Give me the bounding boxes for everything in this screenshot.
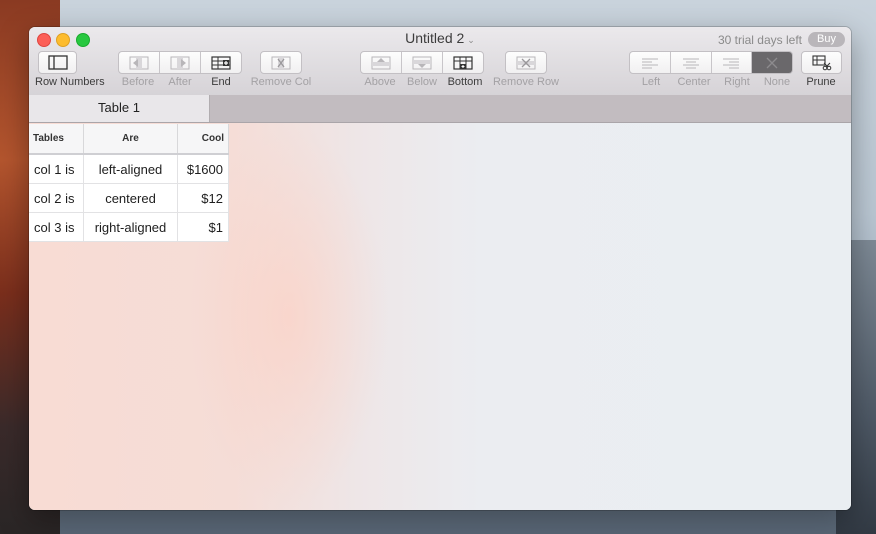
- align-right-button[interactable]: [712, 52, 753, 73]
- row-below-label: Below: [407, 76, 437, 88]
- table-cell[interactable]: right-aligned: [83, 212, 178, 242]
- remove-row-icon: [516, 56, 536, 69]
- table-canvas: Tables Are Cool col 1 is left-aligned $1…: [29, 123, 851, 510]
- insert-row-bottom-icon: [453, 55, 473, 70]
- row-bottom-label: Bottom: [447, 76, 483, 88]
- align-left-label: Left: [641, 76, 661, 88]
- row-numbers-button[interactable]: [38, 51, 77, 74]
- table-cell[interactable]: left-aligned: [83, 154, 178, 184]
- sheet-tab-bar: Table 1: [29, 95, 851, 123]
- align-right-icon: [723, 58, 740, 68]
- close-icon: [766, 57, 778, 68]
- insert-col-end-icon: [211, 55, 231, 70]
- table-cell[interactable]: $1600: [177, 154, 229, 184]
- alignment-group: [629, 51, 793, 74]
- table-cell[interactable]: col 2 is: [29, 183, 84, 213]
- insert-row-above-icon: [371, 56, 391, 69]
- insert-col-before-icon: [129, 56, 149, 69]
- insert-row-below-icon: [412, 56, 432, 69]
- app-window: Untitled 2 ⌄ 30 trial days left Buy Row N…: [29, 27, 851, 510]
- align-none-label: None: [763, 76, 791, 88]
- row-above-label: Above: [364, 76, 396, 88]
- insert-col-after-icon: [170, 56, 190, 69]
- insert-col-before-button[interactable]: [119, 52, 160, 73]
- remove-col-icon: [271, 56, 291, 69]
- trial-days-text: 30 trial days left: [717, 33, 802, 47]
- table-row: col 2 is centered $12: [29, 183, 229, 213]
- row-insert-group: [360, 51, 484, 74]
- align-center-button[interactable]: [671, 52, 712, 73]
- data-table: Tables Are Cool col 1 is left-aligned $1…: [29, 124, 229, 242]
- insert-col-end-button[interactable]: [201, 52, 241, 73]
- titlebar: Untitled 2 ⌄ 30 trial days left Buy Row N…: [29, 27, 851, 96]
- table-cell[interactable]: centered: [83, 183, 178, 213]
- align-none-button[interactable]: [752, 52, 792, 73]
- table-cell[interactable]: col 3 is: [29, 212, 84, 242]
- row-numbers-label: Row Numbers: [35, 76, 105, 88]
- table-cell[interactable]: col 1 is: [29, 154, 84, 184]
- align-left-icon: [641, 58, 658, 68]
- prune-label: Prune: [806, 76, 836, 88]
- row-numbers-icon: [47, 55, 68, 70]
- header-cell[interactable]: Tables: [29, 124, 84, 155]
- table-row: col 3 is right-aligned $1: [29, 212, 229, 242]
- remove-row-button[interactable]: [505, 51, 547, 74]
- table-cell[interactable]: $1: [177, 212, 229, 242]
- col-before-label: Before: [121, 76, 155, 88]
- tab-table-1[interactable]: Table 1: [29, 95, 210, 122]
- align-center-label: Center: [677, 76, 711, 88]
- remove-row-label: Remove Row: [492, 76, 560, 88]
- insert-col-after-button[interactable]: [160, 52, 201, 73]
- header-cell[interactable]: Cool: [177, 124, 229, 155]
- remove-col-button[interactable]: [260, 51, 302, 74]
- prune-button[interactable]: [801, 51, 842, 74]
- insert-row-above-button[interactable]: [361, 52, 402, 73]
- chevron-down-icon: ⌄: [467, 35, 475, 45]
- align-center-icon: [682, 58, 699, 68]
- insert-row-bottom-button[interactable]: [443, 52, 483, 73]
- col-end-label: End: [211, 76, 231, 88]
- header-row: Tables Are Cool: [29, 124, 229, 155]
- col-after-label: After: [168, 76, 192, 88]
- table-cell[interactable]: $12: [177, 183, 229, 213]
- column-insert-group: [118, 51, 242, 74]
- buy-button[interactable]: Buy: [808, 32, 845, 47]
- window-title-text: Untitled 2: [405, 30, 465, 46]
- prune-scissors-icon: [811, 54, 831, 70]
- table-row: col 1 is left-aligned $1600: [29, 154, 229, 184]
- remove-col-label: Remove Col: [250, 76, 312, 88]
- align-right-label: Right: [724, 76, 750, 88]
- header-cell[interactable]: Are: [83, 124, 178, 155]
- insert-row-below-button[interactable]: [402, 52, 443, 73]
- align-left-button[interactable]: [630, 52, 671, 73]
